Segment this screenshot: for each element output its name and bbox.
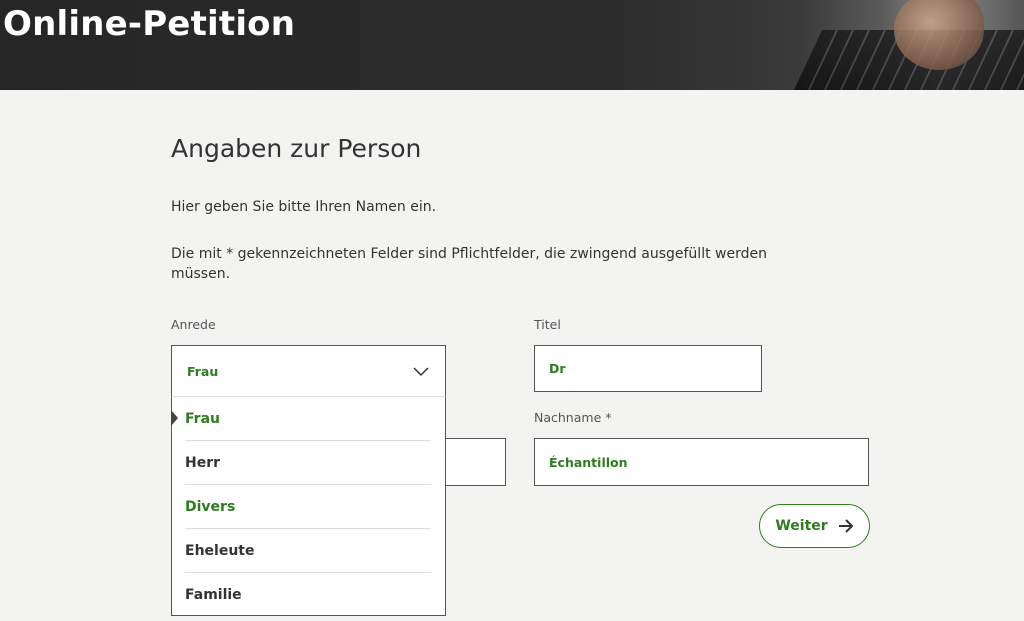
arrow-right-icon xyxy=(838,519,854,533)
anrede-option-divers[interactable]: Divers xyxy=(185,485,431,529)
next-button[interactable]: Weiter xyxy=(759,504,870,548)
next-button-label: Weiter xyxy=(775,518,828,534)
page-title: Angaben zur Person xyxy=(171,134,422,163)
nachname-input[interactable]: Échantillon xyxy=(534,438,869,486)
anrede-option-frau[interactable]: Frau xyxy=(185,397,431,441)
anrede-option-herr[interactable]: Herr xyxy=(185,441,431,485)
header-banner: Online-Petition xyxy=(0,0,1024,90)
anrede-dropdown-list: Frau Herr Divers Eheleute Familie xyxy=(171,396,446,616)
anrede-label: Anrede xyxy=(171,317,216,332)
titel-input[interactable]: Dr xyxy=(534,345,762,392)
anrede-option-eheleute[interactable]: Eheleute xyxy=(185,529,431,573)
nachname-label: Nachname * xyxy=(534,410,612,425)
site-title: Online-Petition xyxy=(3,4,296,44)
anrede-selected-value: Frau xyxy=(187,364,219,379)
anrede-option-familie[interactable]: Familie xyxy=(185,573,431,617)
vorname-input[interactable] xyxy=(440,438,506,486)
required-fields-note: Die mit * gekennzeichneten Felder sind P… xyxy=(171,246,767,282)
active-option-pointer-icon xyxy=(171,410,178,426)
titel-label: Titel xyxy=(534,317,561,332)
intro-text: Hier geben Sie bitte Ihren Namen ein. xyxy=(171,199,437,215)
chevron-down-icon xyxy=(413,367,429,377)
anrede-select[interactable]: Frau xyxy=(171,345,446,397)
